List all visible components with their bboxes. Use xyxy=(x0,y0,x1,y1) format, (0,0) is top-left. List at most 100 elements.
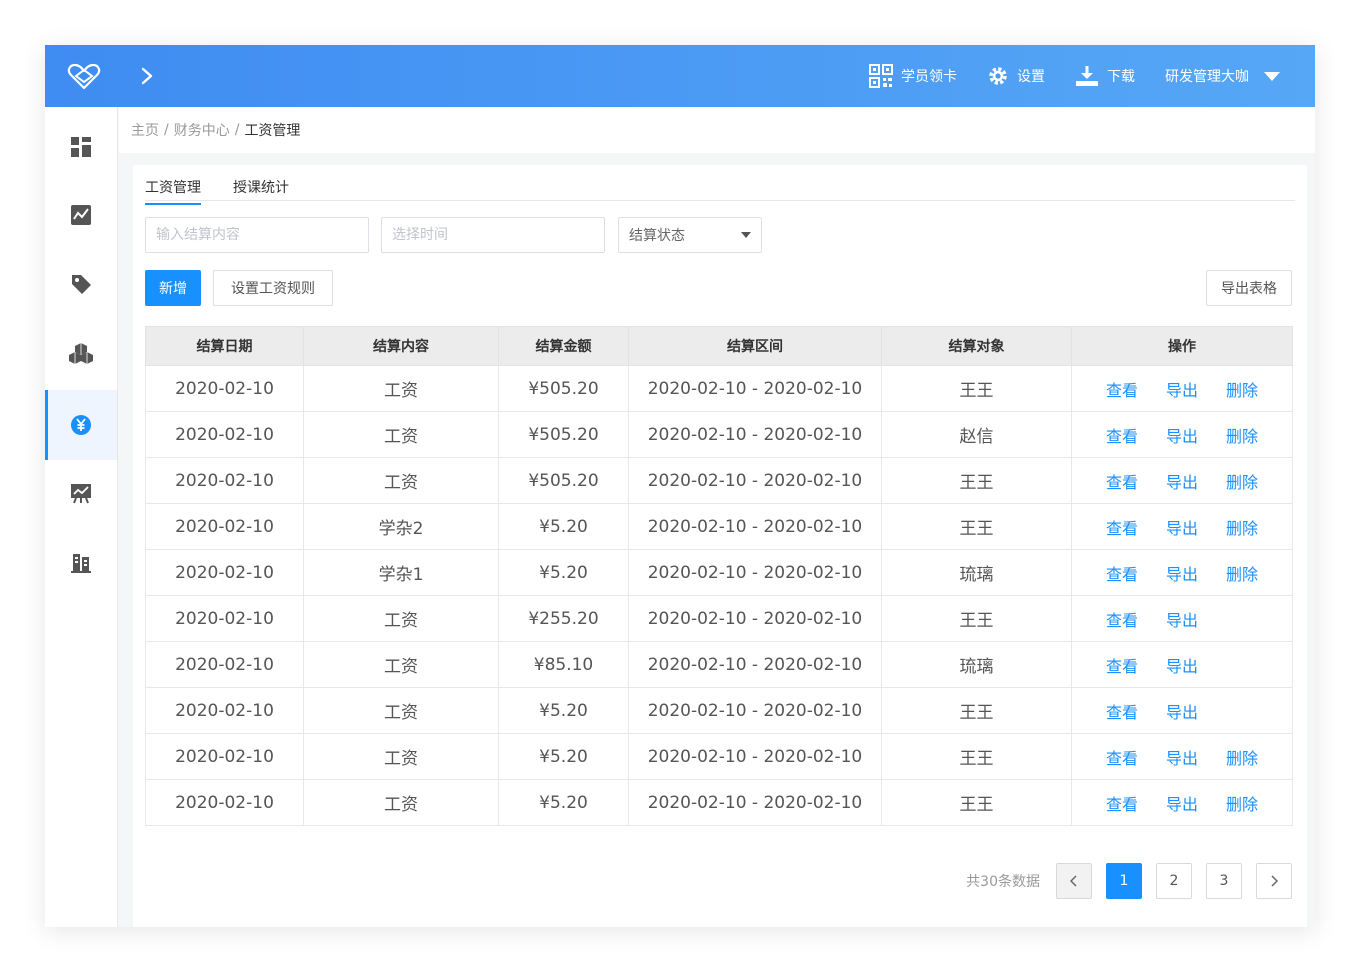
actions-cell: 查看 导出 xyxy=(1071,687,1293,734)
target-cell: 王王 xyxy=(881,595,1072,642)
table-row: 2020-02-10 工资 ¥505.20 2020-02-10 - 2020-02-… xyxy=(145,411,1293,458)
range-cell: 2020-02-10 - 2020-02-10 xyxy=(628,457,882,504)
actions-cell: 查看 导出 删除 xyxy=(1071,365,1293,412)
breadcrumb-finance[interactable]: 财务中心 xyxy=(174,120,230,140)
export-link[interactable]: 导出 xyxy=(1152,607,1212,631)
target-cell: 赵信 xyxy=(881,411,1072,458)
view-link[interactable]: 查看 xyxy=(1092,745,1152,769)
content-search-input[interactable] xyxy=(145,217,369,253)
download-icon xyxy=(1076,66,1098,86)
settlement-table: 结算日期 结算内容 结算金额 结算区间 结算对象 操作 2020-02-10 工资… xyxy=(145,326,1293,826)
view-link[interactable]: 查看 xyxy=(1092,377,1152,401)
date-cell: 2020-02-10 xyxy=(145,595,304,642)
export-table-button[interactable]: 导出表格 xyxy=(1206,270,1292,306)
main-content: 工资管理 授课统计 结算状态 新增 设置工资规则 导出表格 结算日期 xyxy=(133,165,1307,927)
view-link[interactable]: 查看 xyxy=(1092,791,1152,815)
page-button[interactable]: 2 xyxy=(1156,863,1192,899)
date-cell: 2020-02-10 xyxy=(145,365,304,412)
app-window: 学员领卡 设置 下载 研发管理大咖 主页 / 财务中心 / 工资管理 工资管理 … xyxy=(45,45,1315,927)
target-cell: 王王 xyxy=(881,779,1072,826)
table-row: 2020-02-10 工资 ¥255.20 2020-02-10 - 2020-02-… xyxy=(145,595,1293,642)
tab-teaching-stats[interactable]: 授课统计 xyxy=(233,177,289,197)
delete-link[interactable]: 删除 xyxy=(1212,561,1272,585)
view-link[interactable]: 查看 xyxy=(1092,423,1152,447)
range-cell: 2020-02-10 - 2020-02-10 xyxy=(628,411,882,458)
student-card-button[interactable]: 学员领卡 xyxy=(869,64,957,88)
export-link[interactable]: 导出 xyxy=(1152,561,1212,585)
settings-button[interactable]: 设置 xyxy=(987,65,1045,87)
column-header: 结算日期 xyxy=(145,326,304,366)
salary-rules-button[interactable]: 设置工资规则 xyxy=(213,270,333,306)
view-link[interactable]: 查看 xyxy=(1092,699,1152,723)
column-header: 操作 xyxy=(1071,326,1293,366)
range-cell: 2020-02-10 - 2020-02-10 xyxy=(628,549,882,596)
export-link[interactable]: 导出 xyxy=(1152,699,1212,723)
user-menu[interactable]: 研发管理大咖 xyxy=(1165,66,1289,86)
sidebar-item-finance[interactable] xyxy=(45,390,117,460)
page-button[interactable]: 1 xyxy=(1106,863,1142,899)
date-cell: 2020-02-10 xyxy=(145,457,304,504)
download-button[interactable]: 下载 xyxy=(1075,65,1135,87)
export-link[interactable]: 导出 xyxy=(1152,469,1212,493)
export-link[interactable]: 导出 xyxy=(1152,423,1212,447)
sidebar-item-dashboard[interactable] xyxy=(45,112,117,182)
view-link[interactable]: 查看 xyxy=(1092,561,1152,585)
actions-cell: 查看 导出 xyxy=(1071,595,1293,642)
content-cell: 工资 xyxy=(303,733,499,780)
sidebar-item-chart[interactable] xyxy=(45,180,117,250)
breadcrumb-home[interactable]: 主页 xyxy=(131,120,159,140)
view-link[interactable]: 查看 xyxy=(1092,515,1152,539)
expand-chevron-icon[interactable] xyxy=(137,65,157,87)
actions-cell: 查看 导出 删除 xyxy=(1071,411,1293,458)
delete-link[interactable]: 删除 xyxy=(1212,377,1272,401)
delete-link[interactable]: 删除 xyxy=(1212,745,1272,769)
prev-page-button[interactable] xyxy=(1056,863,1092,899)
date-cell: 2020-02-10 xyxy=(145,641,304,688)
total-count: 共30条数据 xyxy=(966,874,1040,890)
export-link[interactable]: 导出 xyxy=(1152,515,1212,539)
content-cell: 工资 xyxy=(303,595,499,642)
export-link[interactable]: 导出 xyxy=(1152,745,1212,769)
breadcrumb-separator: / xyxy=(164,122,169,138)
logo-icon xyxy=(67,63,101,90)
time-picker-input[interactable] xyxy=(381,217,605,253)
view-link[interactable]: 查看 xyxy=(1092,469,1152,493)
target-cell: 王王 xyxy=(881,687,1072,734)
tab-salary-management[interactable]: 工资管理 xyxy=(145,177,201,205)
range-cell: 2020-02-10 - 2020-02-10 xyxy=(628,595,882,642)
sidebar-item-cubes[interactable] xyxy=(45,318,117,388)
status-select[interactable]: 结算状态 xyxy=(618,217,762,253)
content-cell: 工资 xyxy=(303,457,499,504)
next-page-button[interactable] xyxy=(1256,863,1292,899)
sidebar-item-tag[interactable] xyxy=(45,249,117,319)
chart-icon xyxy=(71,205,91,225)
range-cell: 2020-02-10 - 2020-02-10 xyxy=(628,641,882,688)
amount-cell: ¥85.10 xyxy=(498,641,629,688)
page-button[interactable]: 3 xyxy=(1206,863,1242,899)
delete-link[interactable]: 删除 xyxy=(1212,469,1272,493)
export-link[interactable]: 导出 xyxy=(1152,653,1212,677)
content-cell: 工资 xyxy=(303,411,499,458)
target-cell: 琉璃 xyxy=(881,641,1072,688)
qrcode-icon xyxy=(869,64,893,88)
table-row: 2020-02-10 工资 ¥505.20 2020-02-10 - 2020-02-… xyxy=(145,365,1293,412)
student-card-label: 学员领卡 xyxy=(901,69,957,85)
sidebar-item-trend[interactable] xyxy=(45,458,117,528)
table-row: 2020-02-10 工资 ¥505.20 2020-02-10 - 2020-02-… xyxy=(145,457,1293,504)
delete-link[interactable]: 删除 xyxy=(1212,423,1272,447)
pagination: 共30条数据 1 2 3 xyxy=(966,863,1292,899)
view-link[interactable]: 查看 xyxy=(1092,653,1152,677)
view-link[interactable]: 查看 xyxy=(1092,607,1152,631)
yen-icon xyxy=(71,415,91,435)
delete-link[interactable]: 删除 xyxy=(1212,791,1272,815)
delete-link[interactable]: 删除 xyxy=(1212,515,1272,539)
content-cell: 学杂2 xyxy=(303,503,499,550)
export-link[interactable]: 导出 xyxy=(1152,377,1212,401)
export-link[interactable]: 导出 xyxy=(1152,791,1212,815)
top-bar: 学员领卡 设置 下载 研发管理大咖 xyxy=(45,45,1315,107)
download-label: 下载 xyxy=(1107,69,1135,85)
sidebar-item-building[interactable] xyxy=(45,527,117,597)
caret-down-icon xyxy=(1264,72,1280,81)
dashboard-icon xyxy=(71,137,91,157)
add-button[interactable]: 新增 xyxy=(145,270,201,306)
